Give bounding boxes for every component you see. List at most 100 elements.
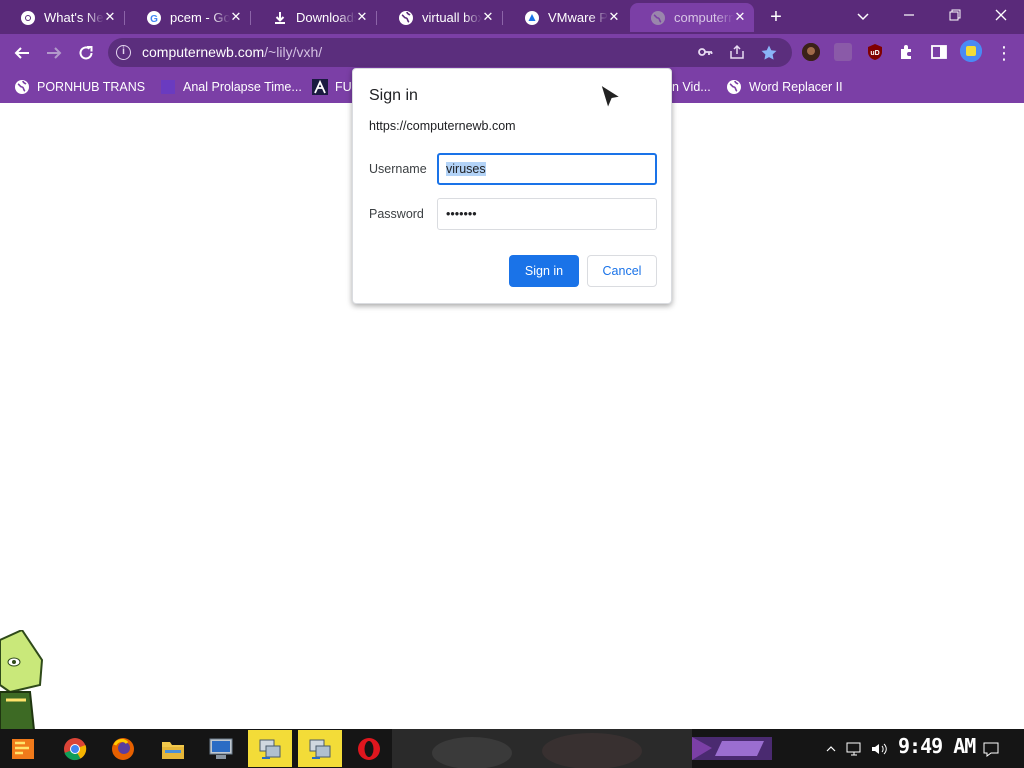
bookmark-label: Word Replacer II <box>749 80 843 94</box>
forward-arrow-icon[interactable] <box>42 41 66 65</box>
sign-in-button[interactable]: Sign in <box>509 255 579 287</box>
bookmark-label: PORNHUB TRANS <box>37 80 146 94</box>
close-icon[interactable]: ✕ <box>480 9 496 25</box>
taskbar-firefox[interactable] <box>100 729 146 768</box>
tab-label: VMware Player <box>548 10 608 25</box>
start-icon <box>12 738 34 759</box>
tab-label: What's New <box>44 10 104 25</box>
bookmark-star-icon[interactable] <box>760 44 778 62</box>
minimize-icon[interactable] <box>896 4 922 28</box>
lambda-icon <box>312 79 328 95</box>
svg-text:uD: uD <box>870 50 879 57</box>
taskbar-chrome[interactable] <box>52 729 98 768</box>
password-label: Password <box>369 207 424 221</box>
start-button[interactable] <box>0 729 46 768</box>
menu-kebab-icon[interactable]: ⋮ <box>992 41 1016 65</box>
globe-icon <box>650 10 666 26</box>
notifications-icon[interactable] <box>982 729 1000 768</box>
network-app-icon <box>259 739 281 759</box>
taskbar-computer[interactable] <box>198 729 244 768</box>
address-bar[interactable]: i computernewb.com/~lily/vxh/ <box>108 38 792 67</box>
globe-icon <box>14 79 30 95</box>
taskbar-file-explorer[interactable] <box>150 729 196 768</box>
tab-separator <box>376 11 377 25</box>
computer-icon <box>209 738 233 759</box>
dialog-origin: https://computernewb.com <box>369 119 516 133</box>
tab-separator <box>250 11 251 25</box>
reload-icon[interactable] <box>74 41 98 65</box>
tab-downloads[interactable]: Downloads ✕ <box>252 3 377 32</box>
close-icon[interactable]: ✕ <box>228 9 244 25</box>
username-value: viruses <box>446 162 486 176</box>
bookmark-label: FU <box>335 80 352 94</box>
bookmark-label: Anal Prolapse Time... <box>183 80 302 94</box>
sign-in-dialog: Sign in https://computernewb.com Usernam… <box>352 68 672 304</box>
firefox-icon <box>112 737 134 760</box>
globe-icon <box>398 10 414 26</box>
tab-virtualbox[interactable]: virtuall box ✕ <box>378 3 503 32</box>
url-path: /~lily/vxh/ <box>264 44 323 60</box>
username-field[interactable]: viruses <box>437 153 657 185</box>
close-icon[interactable]: ✕ <box>102 9 118 25</box>
password-value: ••••••• <box>446 207 477 221</box>
share-icon[interactable] <box>728 44 746 62</box>
url-text[interactable]: computernewb.com/~lily/vxh/ <box>142 44 322 60</box>
tab-strip: What's New ✕ G pcem - Google ✕ Downloads… <box>0 0 1024 34</box>
tab-label: computernewb <box>674 10 734 25</box>
key-icon[interactable] <box>696 44 714 62</box>
opera-icon <box>358 737 380 760</box>
restore-icon[interactable] <box>942 4 968 28</box>
dialog-title: Sign in <box>369 87 418 104</box>
tab-vmware-player[interactable]: VMware Player ✕ <box>504 3 628 32</box>
bookmark-item[interactable]: PORNHUB TRANS <box>14 77 145 97</box>
extension-avatar-icon[interactable] <box>802 43 820 61</box>
svg-text:G: G <box>150 14 158 25</box>
tab-whats-new[interactable]: What's New ✕ <box>0 3 125 32</box>
bookmark-item[interactable]: Anal Prolapse Time... <box>160 77 302 97</box>
close-icon[interactable]: ✕ <box>354 9 370 25</box>
tab-separator <box>502 11 503 25</box>
bookmark-item[interactable]: FU <box>312 77 352 97</box>
tab-label: virtuall box <box>422 10 482 25</box>
taskbar-opera[interactable] <box>346 729 392 768</box>
close-icon[interactable]: ✕ <box>732 9 748 25</box>
password-field[interactable]: ••••••• <box>437 198 657 230</box>
extensions-puzzle-icon[interactable] <box>898 43 916 61</box>
volume-icon[interactable] <box>870 729 888 768</box>
character-sticker-icon <box>0 630 44 730</box>
vmware-icon <box>524 10 540 26</box>
network-icon[interactable] <box>846 729 864 768</box>
globe-icon <box>726 79 742 95</box>
tab-search-icon[interactable] <box>850 4 876 28</box>
taskbar-clock[interactable]: 9:49 AM <box>898 734 976 758</box>
mouse-cursor-icon <box>600 84 622 110</box>
profile-avatar[interactable] <box>960 40 982 62</box>
download-icon <box>272 10 288 26</box>
google-icon: G <box>146 10 162 26</box>
tab-pcem-google[interactable]: G pcem - Google ✕ <box>126 3 251 32</box>
close-icon[interactable]: ✕ <box>606 9 622 25</box>
extension-grey-icon[interactable] <box>834 43 852 61</box>
taskbar-network-app-2[interactable] <box>298 730 342 767</box>
taskbar-network-app-1[interactable] <box>248 730 292 767</box>
tab-computernewb[interactable]: computernewb ✕ <box>630 3 754 32</box>
new-tab-button[interactable]: + <box>766 7 786 27</box>
tab-separator <box>124 11 125 25</box>
ublock-icon[interactable]: uD <box>866 43 884 61</box>
bookmark-label: n Vid... <box>672 80 711 94</box>
taskbar-wallpaper-art <box>392 729 772 768</box>
side-panel-icon[interactable] <box>930 43 948 61</box>
bookmark-item[interactable]: Word Replacer II <box>726 77 843 97</box>
back-arrow-icon[interactable] <box>10 41 34 65</box>
cancel-button[interactable]: Cancel <box>587 255 657 287</box>
tab-label: pcem - Google <box>170 10 230 25</box>
taskbar: 9:49 AM <box>0 729 1024 768</box>
site-info-icon[interactable]: i <box>116 45 131 60</box>
close-window-icon[interactable] <box>988 4 1014 28</box>
bookmark-favicon <box>160 79 176 95</box>
chrome-icon <box>64 737 87 760</box>
bookmark-item[interactable]: n Vid... <box>672 77 711 97</box>
url-host: computernewb.com <box>142 44 265 60</box>
network-app-icon <box>309 739 331 759</box>
tray-chevron-icon[interactable] <box>826 729 836 768</box>
